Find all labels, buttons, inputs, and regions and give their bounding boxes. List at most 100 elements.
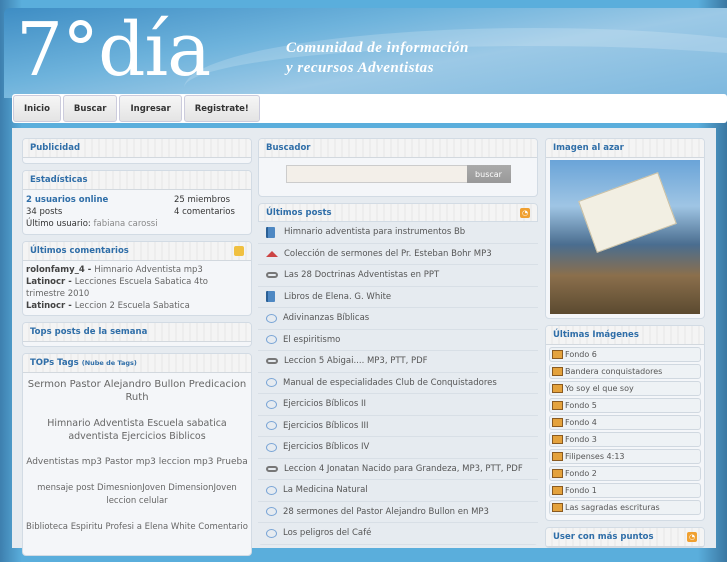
chat-icon — [266, 507, 277, 517]
nav-buscar[interactable]: Buscar — [62, 95, 118, 122]
post-title[interactable]: Libros de Elena. G. White — [284, 292, 391, 302]
rss-icon[interactable]: ◔ — [520, 207, 530, 218]
nav-inicio[interactable]: Inicio — [13, 95, 61, 122]
image-title[interactable]: Yo soy el que soy — [565, 384, 634, 393]
rss-icon[interactable]: ◔ — [687, 532, 697, 542]
image-item[interactable]: Fondo 6 — [549, 347, 701, 362]
image-item[interactable]: Fondo 2 — [549, 466, 701, 481]
post-title[interactable]: Leccion 5 Abigai.... MP3, PTT, PDF — [284, 356, 428, 366]
comments-feed-icon[interactable] — [234, 246, 244, 256]
random-image[interactable] — [550, 160, 700, 314]
search-input[interactable] — [285, 165, 467, 183]
comment-item[interactable]: Latinocr - Leccion 2 Escuela Sabatica — [26, 300, 248, 312]
image-item[interactable]: Fondo 3 — [549, 432, 701, 447]
image-item[interactable]: Bandera conquistadores — [549, 364, 701, 379]
post-item[interactable]: Colección de sermones del Pr. Esteban Bo… — [258, 244, 538, 265]
image-icon — [552, 384, 563, 393]
bible-image — [578, 172, 677, 253]
image-title[interactable]: Las sagradas escrituras — [565, 503, 660, 512]
nav-registrate[interactable]: Registrate! — [183, 95, 260, 122]
post-item[interactable]: Himnario adventista para instrumentos Bb — [258, 222, 538, 244]
box-title: User con más puntos — [553, 532, 654, 542]
post-title[interactable]: 28 sermones del Pastor Alejandro Bullon … — [283, 507, 489, 517]
members-count: 25 miembros — [174, 195, 231, 205]
post-title[interactable]: Las 28 Doctrinas Adventistas en PPT — [284, 270, 439, 280]
image-icon — [552, 350, 563, 359]
comment-user[interactable]: Latinocr — [26, 277, 65, 287]
comment-user[interactable]: Latinocr — [26, 301, 65, 311]
book-icon — [266, 291, 275, 303]
box-header: Imagen al azar — [546, 139, 704, 158]
last-user-label: Último usuario: — [26, 219, 91, 229]
posts-count: 34 posts — [26, 207, 63, 217]
image-title[interactable]: Fondo 2 — [565, 469, 597, 478]
box-header: Tops posts de la semana — [23, 323, 251, 342]
image-title[interactable]: Fondo 6 — [565, 350, 597, 359]
post-title[interactable]: El espiritismo — [283, 335, 340, 345]
search-button[interactable]: buscar — [466, 165, 511, 183]
top-posts-box: Tops posts de la semana — [22, 322, 252, 347]
post-title[interactable]: Ejercicios Bíblicos II — [283, 399, 366, 409]
comments-box: Últimos comentarios rolonfamy_4 - Himnar… — [22, 241, 252, 316]
nav-ingresar[interactable]: Ingresar — [119, 95, 182, 122]
site-logo[interactable]: 7°día — [16, 8, 211, 94]
tag-group[interactable]: mensaje post DimesnionJoven DimensionJov… — [26, 482, 248, 508]
left-column: Publicidad Estadísticas 2 usuarios onlin… — [22, 138, 252, 562]
post-item[interactable]: Los peligros del Café — [258, 523, 538, 545]
image-item[interactable]: Fondo 4 — [549, 415, 701, 430]
post-title[interactable]: Colección de sermones del Pr. Esteban Bo… — [284, 249, 492, 259]
image-item[interactable]: Fondo 1 — [549, 483, 701, 498]
post-item[interactable]: Leccion 5 Abigai.... MP3, PTT, PDF — [258, 351, 538, 373]
post-item[interactable]: Libros de Elena. G. White — [258, 287, 538, 308]
last-user-link[interactable]: fabiana carossi — [94, 219, 158, 229]
image-item[interactable]: Fondo 5 — [549, 398, 701, 413]
box-subtitle: (Nube de Tags) — [81, 359, 137, 367]
post-item[interactable]: La Medicina Natural — [258, 480, 538, 502]
image-title[interactable]: Fondo 3 — [565, 435, 597, 444]
post-title[interactable]: Los peligros del Café — [283, 528, 371, 538]
image-title[interactable]: Filipenses 4:13 — [565, 452, 625, 461]
post-title[interactable]: Manual de especialidades Club de Conquis… — [283, 378, 497, 388]
post-title[interactable]: Ejercicios Bíblicos III — [283, 421, 369, 431]
chat-icon — [266, 399, 277, 409]
post-title[interactable]: Ejercicios Bíblicos IV — [283, 442, 369, 452]
image-title[interactable]: Fondo 5 — [565, 401, 597, 410]
comment-post[interactable]: Leccion 2 Escuela Sabatica — [75, 301, 190, 311]
post-item[interactable]: Adivinanzas Bíblicas — [258, 308, 538, 330]
post-item[interactable]: El espiritismo — [258, 330, 538, 351]
box-header: Últimos posts ◔ — [258, 203, 538, 222]
tag-group[interactable]: Adventistas mp3 Pastor mp3 leccion mp3 P… — [26, 456, 248, 469]
comment-item[interactable]: rolonfamy_4 - Himnario Adventista mp3 — [26, 264, 248, 276]
post-item[interactable]: Ejercicios Bíblicos IV — [258, 437, 538, 459]
post-item[interactable]: 28 sermones del Pastor Alejandro Bullon … — [258, 502, 538, 523]
post-item[interactable]: Manual de especialidades Club de Conquis… — [258, 373, 538, 394]
comment-item[interactable]: Latinocr - Lecciones Escuela Sabatica 4t… — [26, 276, 248, 300]
image-title[interactable]: Bandera conquistadores — [565, 367, 662, 376]
comment-user[interactable]: rolonfamy_4 — [26, 265, 85, 275]
post-item[interactable]: Leccion 4 Jonatan Nacido para Grandeza, … — [258, 459, 538, 480]
image-title[interactable]: Fondo 4 — [565, 418, 597, 427]
image-icon — [552, 469, 563, 478]
image-icon — [552, 435, 563, 444]
image-title[interactable]: Fondo 1 — [565, 486, 597, 495]
comment-post[interactable]: Himnario Adventista mp3 — [94, 265, 203, 275]
post-item[interactable]: Las 28 Doctrinas Adventistas en PPT — [258, 265, 538, 287]
online-users-link[interactable]: 2 usuarios online — [26, 194, 174, 206]
post-title[interactable]: Adivinanzas Bíblicas — [283, 313, 369, 323]
image-icon — [552, 401, 563, 410]
image-item[interactable]: Las sagradas escrituras — [549, 500, 701, 515]
post-item[interactable]: Ejercicios Bíblicos III — [258, 416, 538, 437]
post-title[interactable]: Himnario adventista para instrumentos Bb — [284, 227, 465, 237]
main-nav: Inicio Buscar Ingresar Registrate! — [12, 94, 727, 123]
link-icon — [266, 358, 278, 365]
stats-box: Estadísticas 2 usuarios online 25 miembro… — [22, 170, 252, 235]
tag-group[interactable]: Biblioteca Espiritu Profesi a Elena Whit… — [26, 521, 248, 534]
post-item[interactable]: Ejercicios Bíblicos II — [258, 394, 538, 416]
tag-group[interactable]: Himnario Adventista Escuela sabatica adv… — [26, 417, 248, 443]
box-title: Últimos comentarios — [30, 246, 129, 256]
post-title[interactable]: Leccion 4 Jonatan Nacido para Grandeza, … — [284, 464, 523, 474]
image-item[interactable]: Filipenses 4:13 — [549, 449, 701, 464]
post-title[interactable]: La Medicina Natural — [283, 485, 368, 495]
tag-group[interactable]: Sermon Pastor Alejandro Bullon Predicaci… — [26, 378, 248, 404]
image-item[interactable]: Yo soy el que soy — [549, 381, 701, 396]
